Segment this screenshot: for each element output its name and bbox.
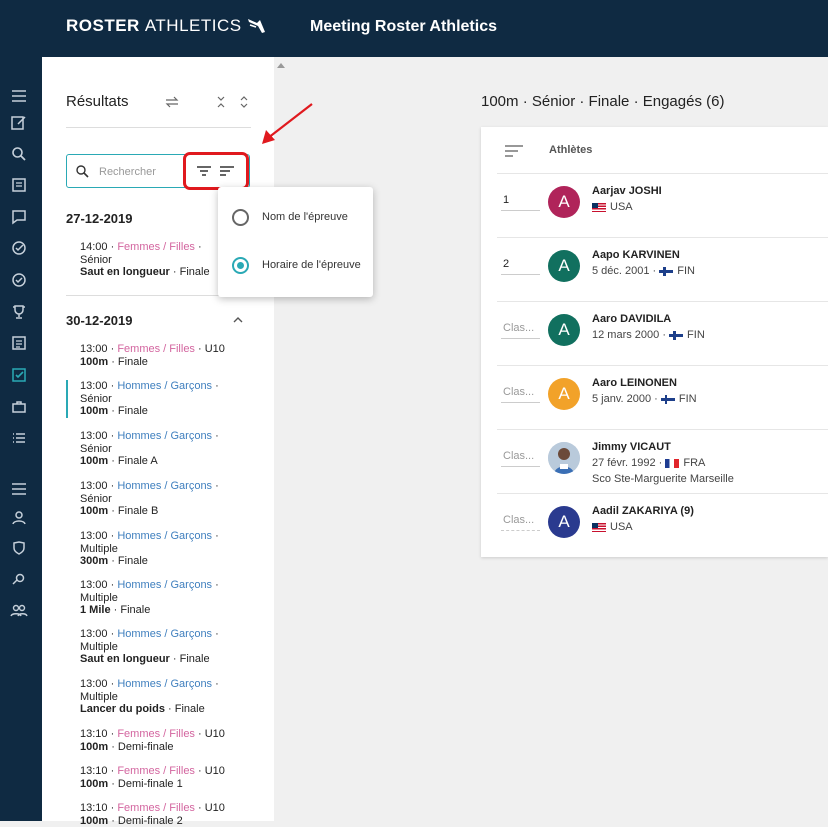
chevron-up-icon[interactable] (232, 314, 244, 326)
rank-input[interactable] (501, 254, 540, 275)
arrow-annotation (262, 103, 313, 144)
athlete-photo (548, 442, 580, 474)
rank-input[interactable] (501, 446, 540, 467)
avatar: A (548, 506, 580, 538)
avatar: A (548, 378, 580, 410)
athlete-name: Aapo KARVINEN (592, 249, 680, 261)
logo-text-bold: ROSTER (66, 16, 140, 35)
athlete-row[interactable]: A Aadil ZAKARIYA (9) USA (481, 493, 828, 557)
finland-flag-icon (660, 394, 675, 404)
checkbox-icon[interactable] (10, 366, 28, 384)
search-icon (76, 165, 89, 178)
event-item-selected[interactable]: 13:00 · Hommes / Garçons · Sénior 100m ·… (66, 380, 250, 418)
collapse-icon[interactable] (214, 95, 228, 109)
event-item[interactable]: 13:00 · Hommes / Garçons · Sénior 100m ·… (80, 480, 250, 518)
divider (66, 127, 251, 128)
radio-button-selected[interactable] (232, 257, 249, 274)
athlete-row[interactable]: A Aarjav JOSHI USA (481, 173, 828, 237)
icon-sidebar (0, 57, 42, 821)
avatar: A (548, 250, 580, 282)
list-document-icon[interactable] (10, 334, 28, 352)
athlete-meta: 12 mars 2000 · FIN (592, 329, 705, 341)
usa-flag-icon (592, 202, 606, 212)
swap-icon[interactable] (165, 95, 179, 109)
check-circle-icon[interactable] (10, 239, 28, 257)
avatar: A (548, 314, 580, 346)
event-item[interactable]: 13:00 · Hommes / Garçons · Multiple Lanc… (80, 678, 250, 716)
event-item[interactable]: 13:00 · Femmes / Filles · U10 100m · Fin… (80, 343, 250, 368)
avatar: A (548, 186, 580, 218)
scroll-up-arrow-icon[interactable] (277, 62, 285, 68)
rank-input[interactable] (501, 510, 540, 531)
event-item[interactable]: 13:00 · Hommes / Garçons · Multiple Saut… (80, 628, 250, 666)
chat-icon[interactable] (10, 208, 28, 226)
athletes-card: Athlètes A Aarjav JOSHI USA A Aapo KARVI… (481, 127, 828, 557)
sort-lines-icon[interactable] (505, 144, 523, 158)
athlete-row[interactable]: A Aaro LEINONEN 5 janv. 2000 · FIN (481, 365, 828, 429)
event-item[interactable]: 13:00 · Hommes / Garçons · Sénior 100m ·… (80, 430, 250, 468)
column-header-athletes: Athlètes (549, 144, 593, 156)
scrollbar[interactable] (274, 57, 286, 821)
rank-input[interactable] (501, 382, 540, 403)
event-item[interactable]: 13:10 · Femmes / Filles · U10 100m · Dem… (80, 802, 250, 827)
page-title: Meeting Roster Athletics (310, 18, 497, 35)
event-item[interactable]: 13:00 · Hommes / Garçons · Multiple 1 Mi… (80, 579, 250, 617)
person-icon[interactable] (10, 509, 28, 527)
logo-text-light: ATHLETICS (144, 16, 242, 35)
athlete-meta: 27 févr. 1992 · FRA (592, 457, 706, 469)
athlete-meta: USA (592, 201, 633, 213)
winged-shoe-icon (247, 19, 265, 33)
rank-input[interactable] (501, 190, 540, 211)
briefcase-icon[interactable] (10, 398, 28, 416)
usa-flag-icon (592, 522, 606, 532)
date-heading: 30-12-2019 (66, 313, 133, 328)
radio-button[interactable] (232, 209, 249, 226)
event-item[interactable]: 13:00 · Hommes / Garçons · Multiple 300m… (80, 530, 250, 568)
athlete-row[interactable]: A Aapo KARVINEN 5 déc. 2001 · FIN (481, 237, 828, 301)
event-item[interactable]: 13:10 · Femmes / Filles · U10 100m · Dem… (80, 728, 250, 753)
search-input[interactable] (97, 160, 191, 184)
sort-option-label: Nom de l'épreuve (262, 211, 348, 223)
event-item[interactable]: 13:10 · Femmes / Filles · U10 100m · Dem… (80, 765, 250, 790)
logo[interactable]: ROSTER ATHLETICS (66, 16, 267, 36)
date-heading: 27-12-2019 (66, 211, 133, 226)
athlete-row[interactable]: A Aaro DAVIDILA 12 mars 2000 · FIN (481, 301, 828, 365)
trophy-icon[interactable] (10, 303, 28, 321)
athlete-meta: 5 janv. 2000 · FIN (592, 393, 697, 405)
sort-option-time[interactable]: Horaire de l'épreuve (232, 255, 372, 279)
athlete-name: Aadil ZAKARIYA (9) (592, 505, 694, 517)
sort-option-name[interactable]: Nom de l'épreuve (232, 207, 372, 231)
athlete-name: Aarjav JOSHI (592, 185, 662, 197)
athlete-name: Aaro DAVIDILA (592, 313, 672, 325)
whistle-icon[interactable] (10, 570, 28, 588)
rank-input[interactable] (501, 318, 540, 339)
expand-icon[interactable] (237, 95, 251, 109)
athlete-name: Jimmy VICAUT (592, 441, 671, 453)
athlete-club: Sco Ste-Marguerite Marseille (592, 473, 734, 485)
sort-menu: Nom de l'épreuve Horaire de l'épreuve (218, 187, 373, 297)
athlete-row[interactable]: Jimmy VICAUT 27 févr. 1992 · FRA Sco Ste… (481, 429, 828, 493)
athlete-name: Aaro LEINONEN (592, 377, 677, 389)
panel-title: Résultats (66, 93, 129, 110)
shield-icon[interactable] (10, 539, 28, 557)
athlete-meta: 5 déc. 2001 · FIN (592, 265, 696, 277)
search-icon[interactable] (10, 145, 28, 163)
check-circle-icon[interactable] (10, 271, 28, 289)
edit-icon[interactable] (10, 114, 28, 132)
finland-flag-icon (669, 330, 684, 340)
app-header: ROSTER ATHLETICS Meeting Roster Athletic… (0, 0, 828, 57)
event-title: 100m · Sénior · Finale · Engagés (6) (481, 93, 725, 110)
menu-icon[interactable] (10, 480, 28, 498)
sort-option-label: Horaire de l'épreuve (262, 259, 361, 271)
document-icon[interactable] (10, 176, 28, 194)
highlight-box (183, 152, 249, 190)
bulleted-list-icon[interactable] (10, 429, 28, 447)
menu-icon[interactable] (10, 87, 28, 105)
finland-flag-icon (659, 266, 674, 276)
group-icon[interactable] (10, 601, 28, 619)
france-flag-icon (665, 458, 680, 468)
athlete-meta: USA (592, 521, 633, 533)
